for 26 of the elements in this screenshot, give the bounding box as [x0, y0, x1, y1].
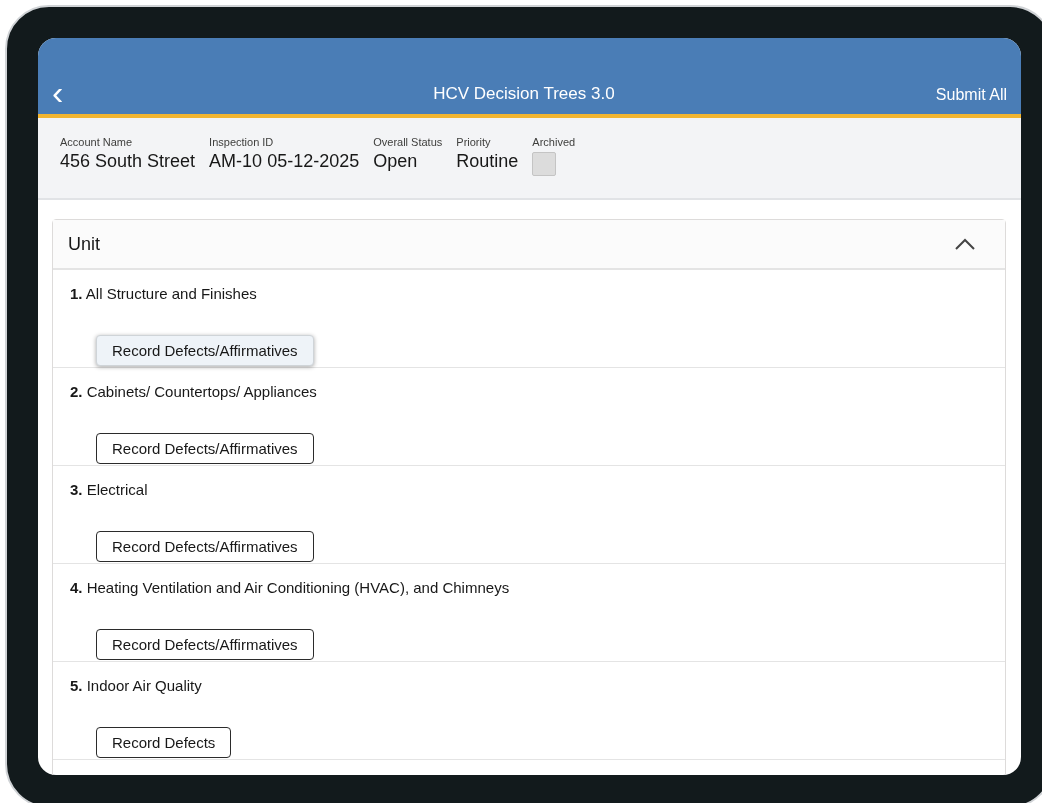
record-defects-button[interactable]: Record Defects: [96, 727, 232, 758]
submit-all-button[interactable]: Submit All: [935, 86, 1007, 104]
field-value: AM-10 05-12-2025: [209, 151, 360, 172]
record-defects-button[interactable]: Record Defects/Affirmatives: [96, 433, 314, 464]
field-label: Archived: [532, 136, 576, 148]
record-defects-button[interactable]: Record Defects/Affirmatives: [96, 335, 314, 366]
field-label: Overall Status: [373, 136, 443, 148]
chevron-up-icon[interactable]: [955, 238, 975, 250]
field-label: Inspection ID: [209, 136, 275, 148]
item-title: 4. Heating Ventilation and Air Conditioning (HVAC), and Chimneys: [70, 579, 511, 596]
item-title: 3. Electrical: [70, 481, 149, 498]
section-header[interactable]: Unit: [53, 220, 1005, 270]
section-title: Unit: [68, 233, 100, 255]
back-button[interactable]: ‹: [52, 80, 112, 104]
field-value: Open: [373, 151, 419, 172]
item-title: 5. Indoor Air Quality: [70, 677, 203, 694]
archived-checkbox[interactable]: [532, 152, 557, 176]
item-title: 2. Cabinets/ Countertops/ Appliances: [70, 383, 318, 400]
record-defects-button[interactable]: Record Defects/Affirmatives: [96, 531, 314, 562]
field-label: Account Name: [60, 136, 134, 148]
field-label: Priority: [456, 136, 492, 148]
page-title: HCV Decision Trees 3.0: [432, 84, 616, 104]
field-value: 456 South Street: [60, 151, 196, 172]
field-value: Routine: [456, 151, 519, 172]
item-title: 1. All Structure and Finishes: [70, 285, 258, 302]
record-defects-button[interactable]: Record Defects/Affirmatives: [96, 629, 314, 660]
